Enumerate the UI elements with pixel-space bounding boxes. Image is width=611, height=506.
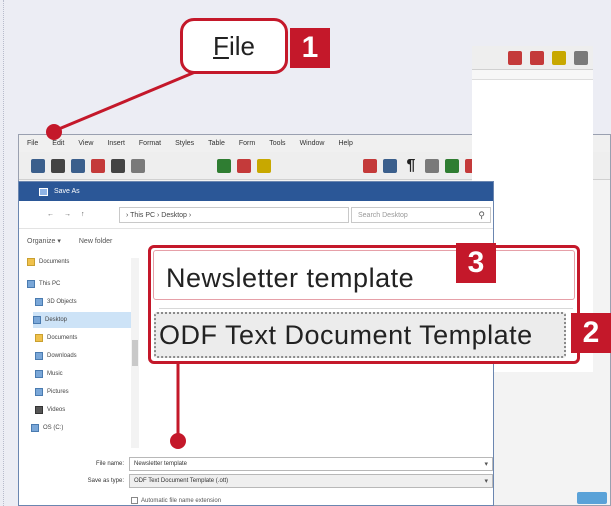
zoom-divider [159,308,573,309]
file-callout-mnemonic: F [213,30,229,61]
step-badge-3: 3 [456,243,496,283]
zoom-pointer-dot [170,433,186,449]
zoom-file-name: Newsletter template [166,263,415,293]
step-badge-1: 1 [290,28,330,68]
zoom-file-name-field: Newsletter template [153,250,575,300]
step-badge-2: 2 [571,313,611,353]
zoom-save-type-field: ODF Text Document Template [154,312,566,358]
file-callout-text: ile [228,30,255,61]
zoom-save-type: ODF Text Document Template [159,319,533,350]
file-pointer-line [53,68,201,133]
file-menu-callout: File [180,18,288,74]
zoom-callout-panel: Newsletter template ODF Text Document Te… [148,245,580,364]
file-pointer-dot [46,124,62,140]
